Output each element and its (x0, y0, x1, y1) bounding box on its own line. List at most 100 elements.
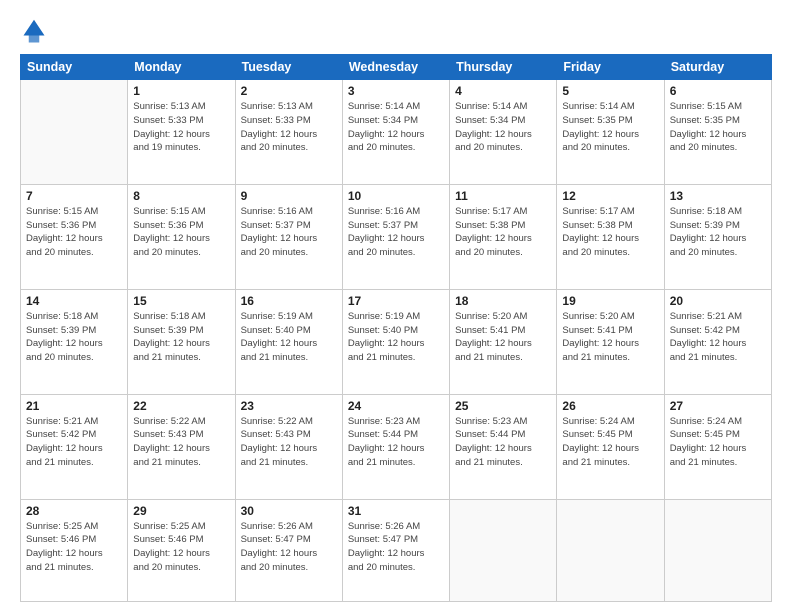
calendar-cell: 11Sunrise: 5:17 AM Sunset: 5:38 PM Dayli… (450, 184, 557, 289)
day-number: 14 (26, 294, 122, 308)
day-number: 23 (241, 399, 337, 413)
day-number: 16 (241, 294, 337, 308)
calendar-table: SundayMondayTuesdayWednesdayThursdayFrid… (20, 54, 772, 602)
day-info: Sunrise: 5:13 AM Sunset: 5:33 PM Dayligh… (241, 100, 337, 155)
calendar-cell: 14Sunrise: 5:18 AM Sunset: 5:39 PM Dayli… (21, 289, 128, 394)
calendar-cell: 13Sunrise: 5:18 AM Sunset: 5:39 PM Dayli… (664, 184, 771, 289)
day-info: Sunrise: 5:25 AM Sunset: 5:46 PM Dayligh… (26, 520, 122, 575)
day-number: 28 (26, 504, 122, 518)
calendar-cell (21, 80, 128, 185)
day-number: 25 (455, 399, 551, 413)
day-info: Sunrise: 5:14 AM Sunset: 5:34 PM Dayligh… (455, 100, 551, 155)
day-number: 29 (133, 504, 229, 518)
day-number: 10 (348, 189, 444, 203)
day-info: Sunrise: 5:14 AM Sunset: 5:35 PM Dayligh… (562, 100, 658, 155)
day-info: Sunrise: 5:17 AM Sunset: 5:38 PM Dayligh… (455, 205, 551, 260)
calendar-week-4: 28 Sunrise: 5:25 AM Sunset: 5:46 PM Dayli… (21, 499, 772, 601)
day-number: 15 (133, 294, 229, 308)
logo-icon (20, 18, 48, 46)
header (20, 18, 772, 46)
day-number: 6 (670, 84, 766, 98)
day-info: Sunrise: 5:16 AM Sunset: 5:37 PM Dayligh… (241, 205, 337, 260)
day-info: Sunrise: 5:24 AM Sunset: 5:45 PM Dayligh… (670, 415, 766, 470)
day-number: 8 (133, 189, 229, 203)
day-info: Sunrise: 5:26 AM Sunset: 5:47 PM Dayligh… (241, 520, 337, 575)
day-info: Sunrise: 5:21 AM Sunset: 5:42 PM Dayligh… (26, 415, 122, 470)
logo (20, 18, 52, 46)
day-info: Sunrise: 5:21 AM Sunset: 5:42 PM Dayligh… (670, 310, 766, 365)
day-number: 12 (562, 189, 658, 203)
day-number: 20 (670, 294, 766, 308)
day-number: 17 (348, 294, 444, 308)
calendar-cell: 28 Sunrise: 5:25 AM Sunset: 5:46 PM Dayli… (21, 499, 128, 601)
calendar-cell: 9 Sunrise: 5:16 AM Sunset: 5:37 PM Daylig… (235, 184, 342, 289)
calendar-header-saturday: Saturday (664, 55, 771, 80)
calendar-cell: 8 Sunrise: 5:15 AM Sunset: 5:36 PM Daylig… (128, 184, 235, 289)
calendar-cell: 1 Sunrise: 5:13 AM Sunset: 5:33 PM Daylig… (128, 80, 235, 185)
calendar-cell: 12Sunrise: 5:17 AM Sunset: 5:38 PM Dayli… (557, 184, 664, 289)
calendar-header-friday: Friday (557, 55, 664, 80)
day-number: 24 (348, 399, 444, 413)
calendar-cell: 16 Sunrise: 5:19 AM Sunset: 5:40 PM Dayli… (235, 289, 342, 394)
day-info: Sunrise: 5:25 AM Sunset: 5:46 PM Dayligh… (133, 520, 229, 575)
day-info: Sunrise: 5:22 AM Sunset: 5:43 PM Dayligh… (241, 415, 337, 470)
day-number: 9 (241, 189, 337, 203)
calendar-cell: 22 Sunrise: 5:22 AM Sunset: 5:43 PM Dayli… (128, 394, 235, 499)
calendar-week-0: 1 Sunrise: 5:13 AM Sunset: 5:33 PM Daylig… (21, 80, 772, 185)
day-info: Sunrise: 5:15 AM Sunset: 5:36 PM Dayligh… (26, 205, 122, 260)
day-info: Sunrise: 5:15 AM Sunset: 5:36 PM Dayligh… (133, 205, 229, 260)
calendar-cell: 27 Sunrise: 5:24 AM Sunset: 5:45 PM Dayli… (664, 394, 771, 499)
calendar-week-1: 7 Sunrise: 5:15 AM Sunset: 5:36 PM Daylig… (21, 184, 772, 289)
calendar-cell: 23 Sunrise: 5:22 AM Sunset: 5:43 PM Dayli… (235, 394, 342, 499)
day-number: 4 (455, 84, 551, 98)
calendar-cell: 17 Sunrise: 5:19 AM Sunset: 5:40 PM Dayli… (342, 289, 449, 394)
day-info: Sunrise: 5:14 AM Sunset: 5:34 PM Dayligh… (348, 100, 444, 155)
day-info: Sunrise: 5:19 AM Sunset: 5:40 PM Dayligh… (241, 310, 337, 365)
calendar-cell: 29 Sunrise: 5:25 AM Sunset: 5:46 PM Dayli… (128, 499, 235, 601)
calendar-cell: 6Sunrise: 5:15 AM Sunset: 5:35 PM Daylig… (664, 80, 771, 185)
calendar-cell: 7 Sunrise: 5:15 AM Sunset: 5:36 PM Daylig… (21, 184, 128, 289)
day-number: 30 (241, 504, 337, 518)
calendar-cell: 21 Sunrise: 5:21 AM Sunset: 5:42 PM Dayli… (21, 394, 128, 499)
calendar-cell: 18Sunrise: 5:20 AM Sunset: 5:41 PM Dayli… (450, 289, 557, 394)
day-number: 13 (670, 189, 766, 203)
calendar-cell: 19 Sunrise: 5:20 AM Sunset: 5:41 PM Dayli… (557, 289, 664, 394)
calendar-cell: 15 Sunrise: 5:18 AM Sunset: 5:39 PM Dayli… (128, 289, 235, 394)
calendar-cell: 20 Sunrise: 5:21 AM Sunset: 5:42 PM Dayli… (664, 289, 771, 394)
day-number: 21 (26, 399, 122, 413)
calendar-cell: 10 Sunrise: 5:16 AM Sunset: 5:37 PM Dayli… (342, 184, 449, 289)
calendar-cell (450, 499, 557, 601)
calendar-cell: 31 Sunrise: 5:26 AM Sunset: 5:47 PM Dayli… (342, 499, 449, 601)
day-number: 3 (348, 84, 444, 98)
day-number: 27 (670, 399, 766, 413)
day-info: Sunrise: 5:22 AM Sunset: 5:43 PM Dayligh… (133, 415, 229, 470)
calendar-cell: 26Sunrise: 5:24 AM Sunset: 5:45 PM Dayli… (557, 394, 664, 499)
calendar-cell: 5Sunrise: 5:14 AM Sunset: 5:35 PM Daylig… (557, 80, 664, 185)
page: SundayMondayTuesdayWednesdayThursdayFrid… (0, 0, 792, 612)
day-number: 31 (348, 504, 444, 518)
calendar-header-monday: Monday (128, 55, 235, 80)
day-info: Sunrise: 5:19 AM Sunset: 5:40 PM Dayligh… (348, 310, 444, 365)
calendar-cell: 2Sunrise: 5:13 AM Sunset: 5:33 PM Daylig… (235, 80, 342, 185)
day-number: 1 (133, 84, 229, 98)
day-info: Sunrise: 5:20 AM Sunset: 5:41 PM Dayligh… (562, 310, 658, 365)
calendar-cell (664, 499, 771, 601)
day-info: Sunrise: 5:16 AM Sunset: 5:37 PM Dayligh… (348, 205, 444, 260)
day-number: 19 (562, 294, 658, 308)
day-info: Sunrise: 5:26 AM Sunset: 5:47 PM Dayligh… (348, 520, 444, 575)
calendar-header-tuesday: Tuesday (235, 55, 342, 80)
calendar-header-thursday: Thursday (450, 55, 557, 80)
calendar-header-sunday: Sunday (21, 55, 128, 80)
calendar-cell: 3 Sunrise: 5:14 AM Sunset: 5:34 PM Daylig… (342, 80, 449, 185)
day-info: Sunrise: 5:20 AM Sunset: 5:41 PM Dayligh… (455, 310, 551, 365)
calendar-cell: 4 Sunrise: 5:14 AM Sunset: 5:34 PM Daylig… (450, 80, 557, 185)
day-info: Sunrise: 5:13 AM Sunset: 5:33 PM Dayligh… (133, 100, 229, 155)
day-info: Sunrise: 5:18 AM Sunset: 5:39 PM Dayligh… (133, 310, 229, 365)
calendar-cell: 30 Sunrise: 5:26 AM Sunset: 5:47 PM Dayli… (235, 499, 342, 601)
day-number: 22 (133, 399, 229, 413)
calendar-header-row: SundayMondayTuesdayWednesdayThursdayFrid… (21, 55, 772, 80)
calendar-cell (557, 499, 664, 601)
calendar-cell: 25Sunrise: 5:23 AM Sunset: 5:44 PM Dayli… (450, 394, 557, 499)
calendar-cell: 24Sunrise: 5:23 AM Sunset: 5:44 PM Dayli… (342, 394, 449, 499)
day-number: 7 (26, 189, 122, 203)
